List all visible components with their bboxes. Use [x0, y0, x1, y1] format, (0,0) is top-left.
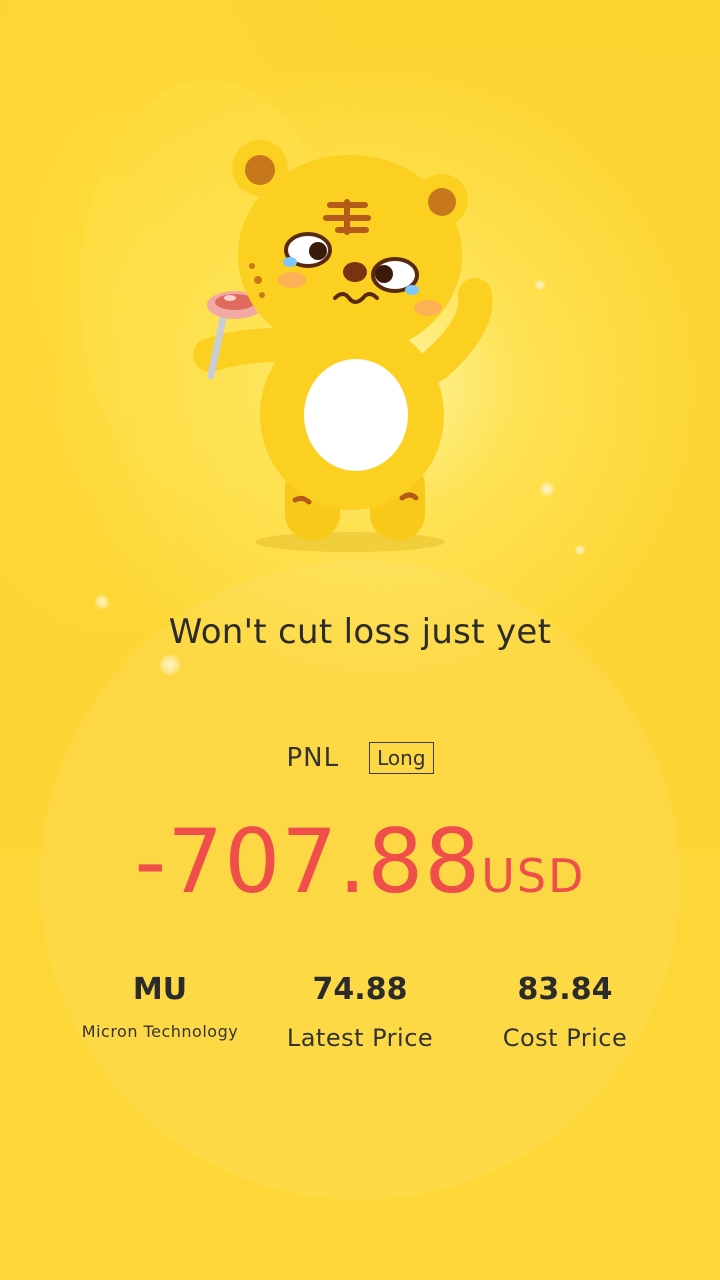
pnl-header: PNL Long [0, 742, 720, 774]
sparkle [540, 482, 554, 496]
headline: Won't cut loss just yet [168, 612, 552, 652]
sparkle [160, 655, 180, 675]
cost-price-value: 83.84 [517, 972, 613, 1007]
pnl-amount: -707.88USD [0, 810, 720, 913]
latest-price-label: Latest Price [286, 1024, 434, 1052]
cost-price-label: Cost Price [502, 1024, 628, 1052]
sparkle [575, 545, 585, 555]
pnl-label: PNL [286, 743, 340, 773]
pnl-value: -707.88 [134, 810, 482, 913]
cost-price: 83.84 Cost Price [445, 968, 685, 1052]
pnl-currency: USD [481, 849, 586, 903]
sparkle [535, 280, 545, 290]
latest-price: 74.88 Latest Price [240, 968, 480, 1052]
latest-price-value: 74.88 [312, 972, 408, 1007]
tiger-mascot-illustration [193, 140, 493, 552]
sparkle [95, 595, 109, 609]
position-tag: Long [369, 742, 434, 774]
